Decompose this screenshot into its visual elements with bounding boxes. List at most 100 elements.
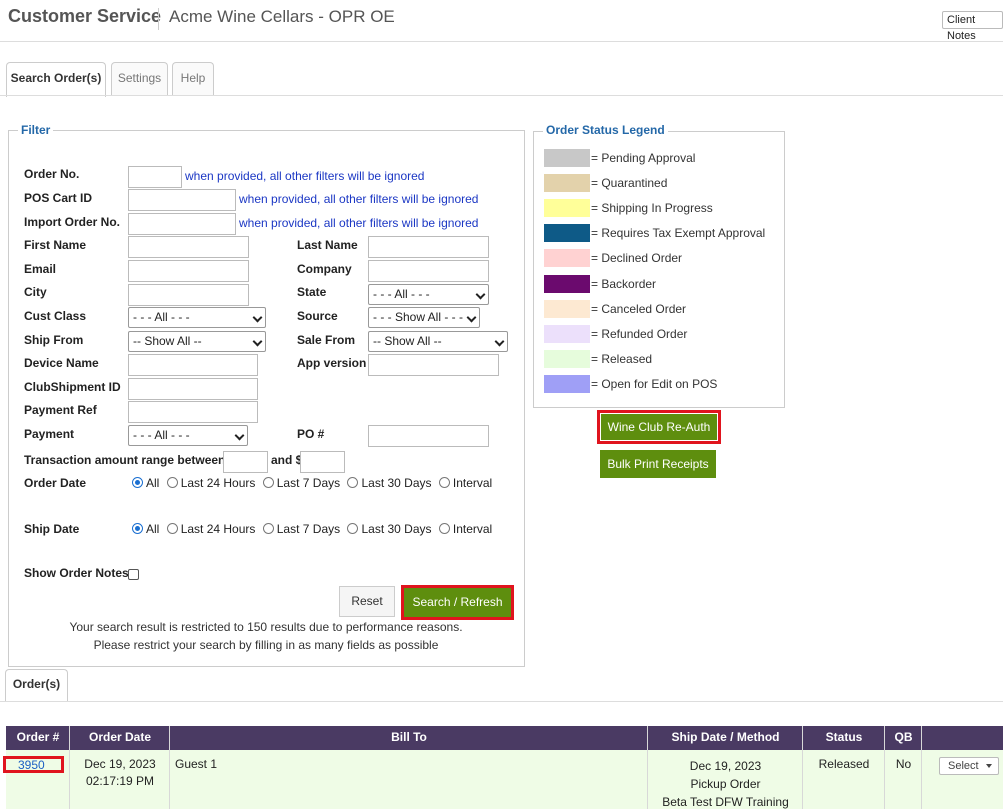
- txn-min-input[interactable]: [223, 451, 268, 473]
- filter-legend: Filter: [18, 123, 54, 137]
- ship-date-30d-label: Last 30 Days: [361, 522, 432, 536]
- legend-swatch: [544, 324, 590, 343]
- col-divider: [169, 726, 170, 809]
- col-divider: [884, 726, 885, 809]
- col-divider: [802, 726, 803, 809]
- app-version-input[interactable]: [368, 354, 499, 376]
- email-label: Email: [24, 262, 57, 276]
- header-divider: [158, 8, 159, 30]
- state-select-value: - - - All - - -: [373, 287, 430, 301]
- city-input[interactable]: [128, 284, 249, 306]
- tab-settings[interactable]: Settings: [111, 62, 168, 96]
- source-select[interactable]: - - - Show All - - -: [368, 307, 480, 328]
- last-name-input[interactable]: [368, 236, 489, 258]
- city-label: City: [24, 285, 47, 299]
- order-date-interval-radio[interactable]: [438, 477, 450, 488]
- payment-select[interactable]: - - - All - - -: [128, 425, 248, 446]
- chevron-down-icon: [466, 312, 477, 323]
- state-label: State: [297, 285, 327, 299]
- order-date-7d-radio[interactable]: [262, 477, 274, 488]
- legend-label: = Refunded Order: [591, 326, 688, 341]
- clubshipment-id-input[interactable]: [128, 378, 258, 400]
- pos-cart-id-hint: when provided, all other filters will be…: [239, 192, 479, 206]
- tab-orders[interactable]: Order(s): [5, 669, 68, 702]
- po-input[interactable]: [368, 425, 489, 447]
- payment-label: Payment: [24, 427, 75, 441]
- bulk-print-receipts-button[interactable]: Bulk Print Receipts: [600, 450, 716, 478]
- legend-label: = Released: [591, 351, 653, 366]
- col-divider: [921, 726, 922, 809]
- client-notes-button[interactable]: Client Notes: [942, 11, 1003, 42]
- page-title: Customer Service: [8, 6, 162, 26]
- ship-date-interval-radio[interactable]: [438, 523, 450, 534]
- orders-tab-baseline: [0, 701, 1003, 702]
- chevron-down-icon: [252, 312, 263, 323]
- show-order-notes-label: Show Order Notes: [24, 566, 129, 580]
- txn-and-label: and $: [271, 453, 303, 467]
- ship-date-all-radio[interactable]: [132, 523, 143, 534]
- source-label: Source: [297, 309, 338, 323]
- order-no-label: Order No.: [24, 167, 80, 181]
- ship-date-30d-radio[interactable]: [347, 523, 359, 534]
- ship-location-value: Beta Test DFW Training: [662, 795, 789, 809]
- ship-from-select-value: -- Show All --: [133, 334, 202, 348]
- order-no-input[interactable]: [128, 166, 182, 188]
- legend-swatch: [544, 299, 590, 318]
- import-order-no-label: Import Order No.: [24, 215, 121, 229]
- chevron-down-icon: [494, 336, 505, 347]
- sale-from-select[interactable]: -- Show All --: [368, 331, 508, 352]
- company-input[interactable]: [368, 260, 489, 282]
- order-date-value: Dec 19, 2023: [84, 757, 156, 771]
- import-order-no-input[interactable]: [128, 213, 236, 235]
- order-date-all-radio[interactable]: [132, 477, 143, 488]
- ship-date-7d-radio[interactable]: [262, 523, 274, 534]
- ship-date-7d-label: Last 7 Days: [276, 522, 341, 536]
- order-date-label: Order Date: [24, 476, 87, 490]
- ship-cell: Dec 19, 2023 Pickup Order Beta Test DFW …: [648, 757, 803, 811]
- payment-ref-input[interactable]: [128, 401, 258, 423]
- col-divider: [647, 726, 648, 809]
- reset-button[interactable]: Reset: [339, 586, 395, 617]
- sale-from-select-value: -- Show All --: [373, 334, 442, 348]
- legend-swatch: [544, 199, 590, 218]
- order-date-30d-radio[interactable]: [347, 477, 359, 488]
- tabs-baseline: [0, 95, 1003, 96]
- legend-swatch: [544, 349, 590, 368]
- device-name-input[interactable]: [128, 354, 258, 376]
- wine-club-reauth-button[interactable]: Wine Club Re-Auth: [601, 414, 717, 440]
- order-date-24h-radio[interactable]: [166, 477, 178, 488]
- ship-from-select[interactable]: -- Show All --: [128, 331, 266, 352]
- legend-label: = Shipping In Progress: [591, 201, 713, 216]
- state-select[interactable]: - - - All - - -: [368, 284, 489, 305]
- qb-cell: No: [895, 757, 912, 771]
- legend-label: = Quarantined: [591, 176, 668, 191]
- ship-date-label: Ship Date: [24, 522, 80, 536]
- col-status: Status: [803, 726, 885, 750]
- source-select-value: - - - Show All - - -: [373, 310, 464, 324]
- show-order-notes-checkbox[interactable]: [128, 569, 139, 580]
- legend-swatch: [544, 374, 590, 393]
- order-date-24h-label: Last 24 Hours: [180, 476, 256, 490]
- email-input[interactable]: [128, 260, 249, 282]
- header-divider-line: [0, 41, 1003, 42]
- search-refresh-button[interactable]: Search / Refresh: [404, 588, 511, 617]
- company-name: Acme Wine Cellars - OPR OE: [169, 7, 395, 26]
- txn-max-input[interactable]: [300, 451, 345, 473]
- legend-label: = Pending Approval: [591, 151, 696, 165]
- col-order-no: Order #: [6, 726, 70, 750]
- first-name-input[interactable]: [128, 236, 249, 258]
- ship-date-24h-radio[interactable]: [166, 523, 178, 534]
- row-select-dropdown[interactable]: Select: [939, 757, 999, 775]
- ship-from-label: Ship From: [24, 333, 84, 347]
- tab-help[interactable]: Help: [172, 62, 214, 96]
- chevron-down-icon: [252, 336, 263, 347]
- col-ship-date-method: Ship Date / Method: [648, 726, 803, 750]
- legend-label: = Canceled Order: [591, 301, 687, 316]
- payment-ref-label: Payment Ref: [24, 403, 97, 417]
- cust-class-select[interactable]: - - - All - - -: [128, 307, 266, 328]
- tab-search-orders[interactable]: Search Order(s): [6, 62, 106, 97]
- ship-date-value: Dec 19, 2023: [689, 759, 762, 773]
- legend-label: = Open for Edit on POS: [591, 376, 718, 391]
- pos-cart-id-input[interactable]: [128, 189, 236, 211]
- cust-class-label: Cust Class: [24, 309, 87, 323]
